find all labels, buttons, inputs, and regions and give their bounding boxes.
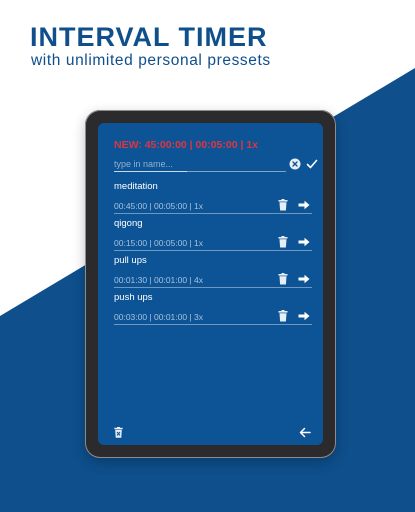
arrow-right-icon[interactable] xyxy=(298,311,310,321)
divider xyxy=(114,324,312,325)
name-entry-row xyxy=(114,157,318,173)
divider xyxy=(114,213,312,214)
preset-values: 00:01:30 | 00:01:00 | 4x xyxy=(114,275,204,285)
preset-name: push ups xyxy=(114,292,153,303)
preset-item-meditation[interactable]: meditation 00:45:00 | 00:05:00 | 1x xyxy=(114,181,312,217)
trash-icon[interactable] xyxy=(278,199,288,211)
arrow-right-icon[interactable] xyxy=(298,237,310,247)
preset-name: qigong xyxy=(114,218,143,229)
trash-icon[interactable] xyxy=(278,310,288,322)
clear-circle-icon[interactable] xyxy=(289,158,301,170)
preset-item-pull-ups[interactable]: pull ups 00:01:30 | 00:01:00 | 4x xyxy=(114,255,312,291)
preset-values: 00:03:00 | 00:01:00 | 3x xyxy=(114,312,204,322)
new-preset-summary: NEW: 45:00:00 | 00:05:00 | 1x xyxy=(114,139,259,151)
trash-icon[interactable] xyxy=(278,236,288,248)
tablet-device: NEW: 45:00:00 | 00:05:00 | 1x meditation… xyxy=(85,110,336,458)
check-icon[interactable] xyxy=(306,158,318,170)
banner-subtitle: with unlimited personal pressets xyxy=(31,52,271,69)
preset-item-qigong[interactable]: qigong 00:15:00 | 00:05:00 | 1x xyxy=(114,218,312,254)
trash-icon[interactable] xyxy=(278,273,288,285)
preset-values: 00:45:00 | 00:05:00 | 1x xyxy=(114,201,204,211)
delete-all-icon[interactable] xyxy=(114,427,123,438)
preset-item-push-ups[interactable]: push ups 00:03:00 | 00:01:00 | 3x xyxy=(114,292,312,328)
arrow-right-icon[interactable] xyxy=(298,274,310,284)
divider xyxy=(114,250,312,251)
preset-name: meditation xyxy=(114,181,158,192)
input-focus-underline xyxy=(114,171,187,172)
divider xyxy=(114,287,312,288)
banner-title: INTERVAL TIMER xyxy=(30,22,268,52)
back-arrow-icon[interactable] xyxy=(299,427,311,438)
preset-values: 00:15:00 | 00:05:00 | 1x xyxy=(114,238,204,248)
preset-name-input[interactable] xyxy=(114,157,286,172)
app-screen: NEW: 45:00:00 | 00:05:00 | 1x meditation… xyxy=(98,123,323,445)
arrow-right-icon[interactable] xyxy=(298,200,310,210)
preset-name: pull ups xyxy=(114,255,147,266)
